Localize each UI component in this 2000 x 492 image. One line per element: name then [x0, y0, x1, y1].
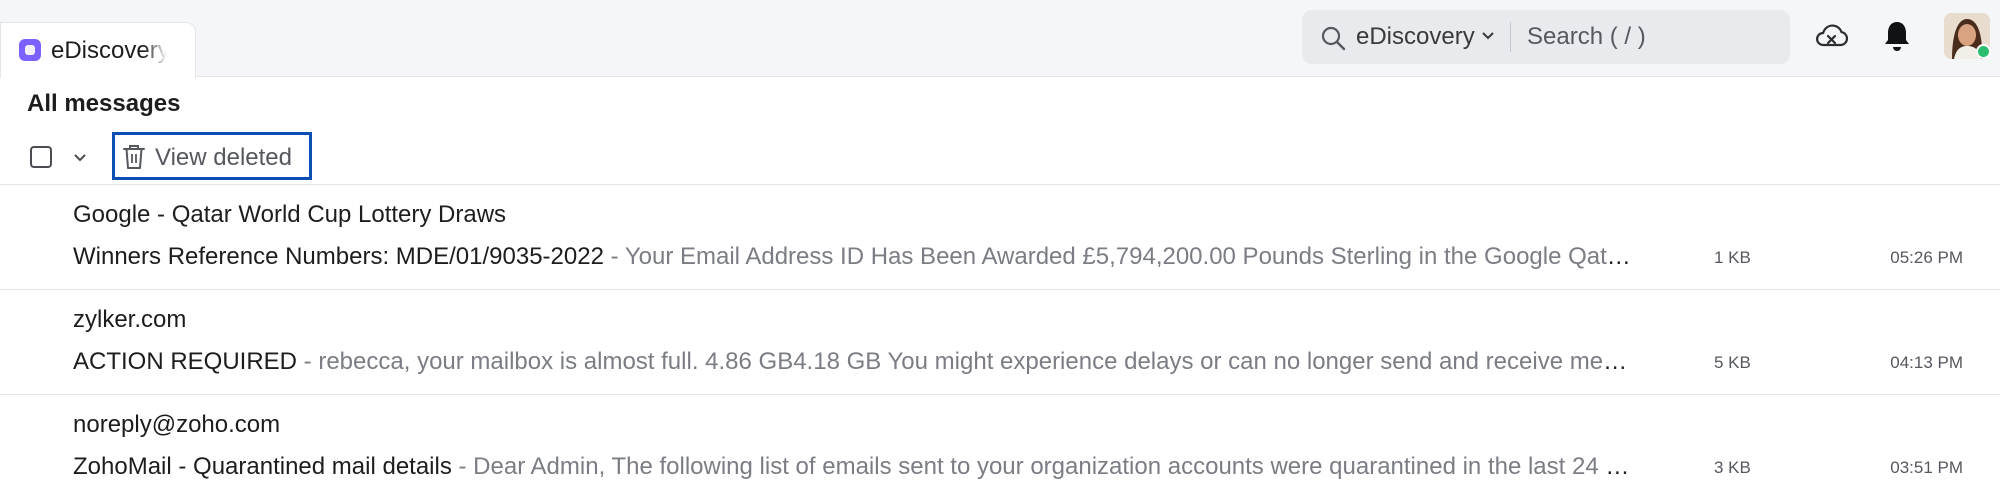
search-bar[interactable]: eDiscovery Search ( / ) — [1302, 10, 1790, 64]
message-row[interactable]: Google - Qatar World Cup Lottery Draws W… — [0, 185, 2000, 290]
search-icon — [1321, 26, 1346, 51]
message-row[interactable]: zylker.com ACTION REQUIRED - rebecca, yo… — [0, 290, 2000, 395]
message-sender: noreply@zoho.com — [73, 411, 281, 438]
message-summary: ACTION REQUIRED - rebecca, your mailbox … — [73, 348, 1635, 376]
chevron-down-icon[interactable] — [1480, 28, 1496, 44]
message-size: 1 KB — [1714, 248, 1751, 267]
cloud-offline-icon[interactable] — [1814, 18, 1850, 54]
message-size: 3 KB — [1714, 458, 1751, 477]
view-deleted-button[interactable]: View deleted — [112, 132, 312, 180]
message-size: 5 KB — [1714, 353, 1751, 372]
search-scope-selector[interactable]: eDiscovery — [1356, 23, 1475, 51]
page-title: All messages — [27, 90, 181, 117]
select-all-checkbox[interactable] — [30, 146, 52, 168]
message-preview: - rebecca, your mailbox is almost full. … — [297, 348, 1635, 375]
presence-status-dot — [1976, 44, 1991, 59]
tab-ediscovery[interactable]: eDiscovery — [0, 22, 196, 78]
message-sender: zylker.com — [73, 306, 187, 333]
view-deleted-label: View deleted — [155, 144, 292, 171]
chevron-down-icon[interactable] — [72, 150, 88, 166]
top-bar: eDiscovery eDiscovery Search ( / ) — [0, 0, 2000, 78]
message-time: 03:51 PM — [1890, 458, 1963, 477]
message-summary: ZohoMail - Quarantined mail details - De… — [73, 453, 1635, 481]
search-input[interactable]: Search ( / ) — [1527, 23, 1646, 51]
ediscovery-app-icon — [19, 39, 41, 61]
message-sender: Google - Qatar World Cup Lottery Draws — [73, 201, 507, 228]
message-preview: - Dear Admin, The following list of emai… — [451, 453, 1636, 480]
message-subject: ZohoMail - Quarantined mail details — [73, 453, 452, 480]
search-divider — [1510, 22, 1511, 52]
bell-icon[interactable] — [1880, 18, 1914, 54]
message-preview: - Your Email Address ID Has Been Awarded… — [610, 243, 1635, 270]
trash-icon — [123, 145, 145, 169]
message-time: 04:13 PM — [1890, 353, 1963, 372]
tab-label: eDiscovery — [51, 37, 167, 64]
message-summary: Winners Reference Numbers: MDE/01/9035-2… — [73, 243, 1635, 271]
message-subject: ACTION REQUIRED — [73, 348, 298, 375]
message-row[interactable]: noreply@zoho.com ZohoMail - Quarantined … — [0, 395, 2000, 492]
message-time: 05:26 PM — [1890, 248, 1963, 267]
message-subject: Winners Reference Numbers: MDE/01/9035-2… — [73, 243, 604, 270]
